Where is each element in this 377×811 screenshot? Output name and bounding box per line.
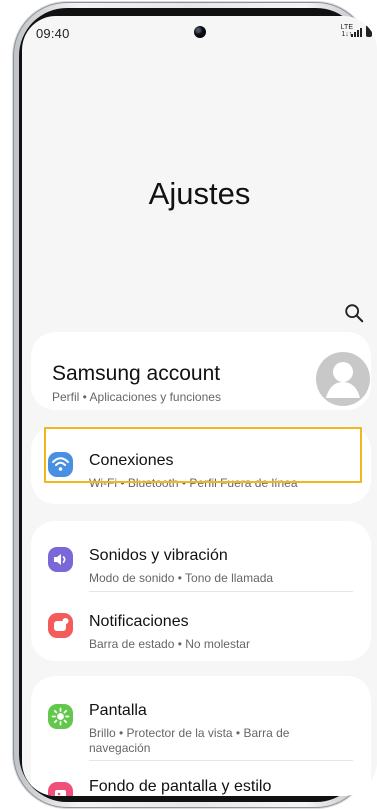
wallpaper-icon xyxy=(48,782,73,796)
page-title: Ajustes xyxy=(148,176,251,211)
notification-icon xyxy=(48,613,73,638)
display-subtitle-line1: Brillo • Protector de la vista • Barra d… xyxy=(89,726,290,740)
search-icon[interactable] xyxy=(343,302,365,324)
notifications-title: Notificaciones xyxy=(89,613,189,630)
settings-item-display[interactable]: Pantalla Brillo • Protector de la vista … xyxy=(31,684,371,766)
battery-icon xyxy=(366,25,372,37)
sound-notifications-card: Sonidos y vibración Modo de sonido • Ton… xyxy=(31,521,371,661)
settings-item-wallpaper[interactable]: Fondo de pantalla y estilo xyxy=(31,764,371,796)
settings-item-notifications[interactable]: Notificaciones Barra de estado • No mole… xyxy=(31,595,371,661)
samsung-account-card[interactable]: Samsung account Perfil • Aplicaciones y … xyxy=(31,332,371,410)
divider xyxy=(89,760,353,761)
wallpaper-title: Fondo de pantalla y estilo xyxy=(89,778,272,795)
samsung-account-subtitle: Perfil • Aplicaciones y funciones xyxy=(52,390,221,404)
sounds-subtitle: Modo de sonido • Tono de llamada xyxy=(89,571,274,585)
status-bar: 09:40 LTE 1↓↑ xyxy=(22,16,377,50)
avatar-icon xyxy=(316,352,370,406)
samsung-account-title: Samsung account xyxy=(52,362,221,385)
settings-item-sounds[interactable]: Sonidos y vibración Modo de sonido • Ton… xyxy=(31,529,371,595)
signal-icon xyxy=(351,28,362,37)
status-time: 09:40 xyxy=(36,26,70,41)
display-card: Pantalla Brillo • Protector de la vista … xyxy=(31,676,371,796)
speaker-icon xyxy=(48,547,73,572)
notifications-subtitle: Barra de estado • No molestar xyxy=(89,637,250,651)
sounds-title: Sonidos y vibración xyxy=(89,547,228,564)
brightness-icon xyxy=(48,704,73,729)
display-subtitle-line2: navegación xyxy=(89,741,151,755)
settings-screen: 09:40 LTE 1↓↑ Ajustes Samsung account Pe… xyxy=(22,16,377,796)
display-title: Pantalla xyxy=(89,702,147,719)
divider xyxy=(89,591,353,592)
front-camera xyxy=(194,26,206,38)
highlighted-setting-outline xyxy=(44,427,362,483)
